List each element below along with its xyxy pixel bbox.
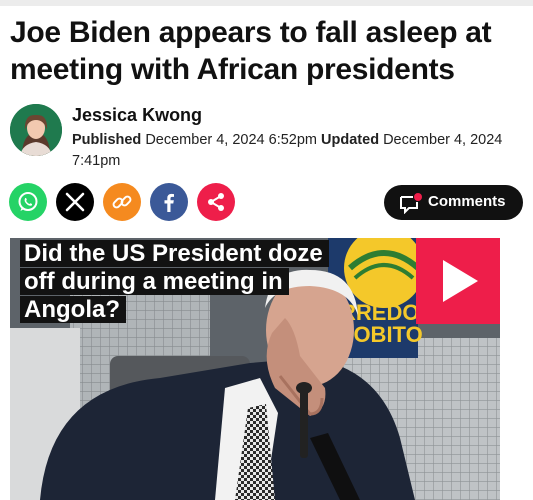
facebook-icon — [164, 193, 174, 212]
comment-bubble-icon — [400, 193, 422, 214]
top-bar — [0, 0, 533, 6]
share-button[interactable] — [197, 183, 235, 221]
byline: Jessica Kwong Published December 4, 2024… — [10, 102, 530, 172]
copy-link-button[interactable] — [103, 183, 141, 221]
caption-line-2: off during a meeting in — [20, 268, 289, 295]
author-name[interactable]: Jessica Kwong — [72, 105, 202, 126]
facebook-share-button[interactable] — [150, 183, 188, 221]
publish-meta: Published December 4, 2024 6:52pm Update… — [72, 130, 522, 172]
play-icon — [443, 260, 478, 302]
video-caption: Did the US President doze off during a m… — [20, 240, 329, 324]
caption-line-3: Angola? — [20, 296, 126, 323]
comments-button[interactable]: Comments — [384, 185, 523, 220]
published-time: December 4, 2024 6:52pm — [145, 132, 318, 148]
updated-label: Updated — [321, 132, 380, 148]
author-avatar[interactable] — [10, 104, 62, 156]
caption-line-1: Did the US President doze — [20, 240, 329, 267]
x-share-button[interactable] — [56, 183, 94, 221]
whatsapp-share-button[interactable] — [9, 183, 47, 221]
comments-label: Comments — [428, 193, 506, 210]
video-player[interactable]: RREDO LOBITO Did the US President doze o… — [10, 238, 500, 500]
share-icon — [208, 193, 224, 211]
published-label: Published — [72, 132, 142, 148]
article-headline: Joe Biden appears to fall asleep at meet… — [10, 16, 492, 86]
x-icon — [65, 192, 85, 212]
whatsapp-icon — [18, 192, 38, 211]
link-icon — [112, 195, 132, 209]
play-button[interactable] — [416, 238, 500, 324]
